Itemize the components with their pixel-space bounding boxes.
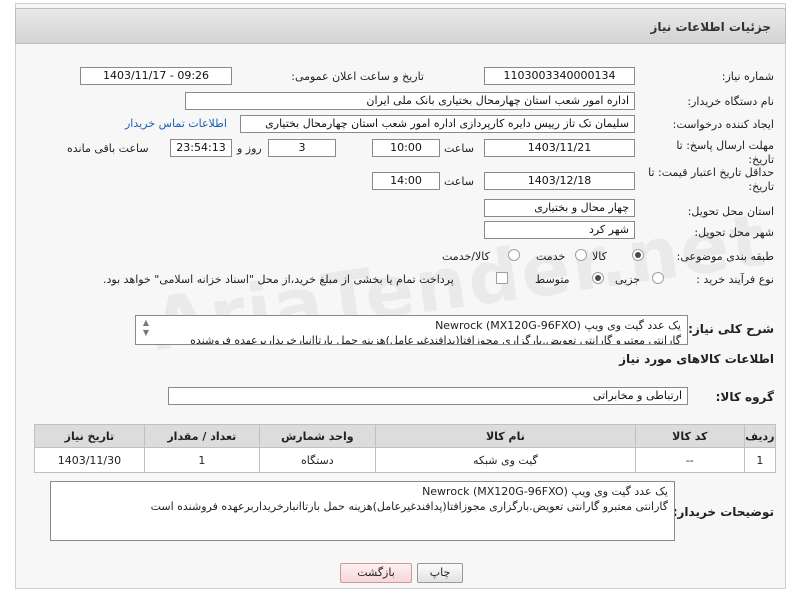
province-label: استان محل تحویل: [687,205,774,218]
province-field[interactable]: چهار محال و بختیاری [484,199,635,217]
summary-line-2: گارانتی معتبرو گارانتی تعویض.بارگزاری مج… [190,334,681,345]
city-label: شهر محل تحویل: [694,226,774,239]
deadline-label-date: تاریخ: [748,153,774,166]
contact-info-link[interactable]: اطلاعات تماس خریدار [125,117,227,130]
col-code: کد کالا [634,424,745,448]
page-header: جزئیات اطلاعات نیاز [15,8,786,44]
need-number-field[interactable]: 1103003340000134 [484,67,635,85]
deadline-date-field[interactable]: 1403/11/21 [484,139,635,157]
back-button[interactable]: بازگشت [340,563,412,583]
category-radio-service[interactable] [575,249,587,261]
creator-field[interactable]: سلیمان تک تاز رییس دایره کارپردازی اداره… [240,115,635,133]
col-row: ردیف [743,424,777,448]
col-qty: تعداد / مقدار [143,424,260,448]
summary-scrollbar[interactable]: ▲ ▼ [140,318,152,342]
buyer-org-field[interactable]: اداره امور شعب استان چهارمحال بختیاری با… [185,92,635,110]
table-row[interactable]: 1 -- گیت وی شبکه دستگاه 1 1403/11/30 [34,447,777,473]
print-button[interactable]: چاپ [417,563,463,583]
row-code: -- [634,447,745,473]
row-date: 1403/11/30 [34,447,145,473]
row-qty: 1 [143,447,260,473]
payment-note: پرداخت تمام یا بخشی از مبلغ خرید،از محل … [103,273,454,286]
buyer-org-label: نام دستگاه خریدار: [687,95,774,108]
goods-group-label: گروه کالا: [715,390,774,404]
scroll-up-icon[interactable]: ▲ [140,318,152,328]
process-option-medium: متوسط [535,273,570,286]
summary-label: شرح کلی نیاز: [688,322,774,336]
category-label: طبقه بندی موضوعی: [676,250,774,263]
creator-label: ایجاد کننده درخواست: [672,118,774,131]
deadline-time-field[interactable]: 10:00 [372,139,440,157]
deadline-label: مهلت ارسال پاسخ: تا [676,139,774,152]
table-header-row: ردیف کد کالا نام کالا واحد شمارش تعداد /… [34,424,777,448]
days-label: روز و [237,142,262,155]
row-unit: دستگاه [258,447,376,473]
buyer-notes-line-1: یک عدد گیت وی ویپ (MX120G-96FXO) Newrock [422,485,668,498]
buyer-notes-line-2: گارانتی معتبرو گارانتی تعویض.بارگزاری مج… [150,500,668,513]
buyer-notes-textarea[interactable]: یک عدد گیت وی ویپ (MX120G-96FXO) Newrock… [50,481,675,541]
remaining-time-field[interactable]: 23:54:13 [170,139,232,157]
process-radio-minor[interactable] [652,272,664,284]
remaining-time-label: ساعت باقی مانده [67,142,149,155]
col-name: نام کالا [374,424,636,448]
page-title: جزئیات اطلاعات نیاز [650,20,771,34]
validity-label-date: تاریخ: [748,180,774,193]
summary-textarea[interactable]: یک عدد گیت وی ویپ (MX120G-96FXO) Newrock… [135,315,688,345]
category-radio-both[interactable] [508,249,520,261]
payment-checkbox[interactable] [496,272,508,284]
announce-field[interactable]: 1403/11/17 - 09:26 [80,67,232,85]
scroll-down-icon[interactable]: ▼ [140,328,152,338]
row-name: گیت وی شبکه [374,447,636,473]
announce-label: تاریخ و ساعت اعلان عمومی: [291,70,424,83]
summary-line-1: یک عدد گیت وی ویپ (MX120G-96FXO) Newrock [435,319,681,332]
goods-group-field[interactable]: ارتباطی و مخابراتی [168,387,688,405]
col-date: تاریخ نیاز [34,424,145,448]
validity-time-field[interactable]: 14:00 [372,172,440,190]
deadline-time-label: ساعت [444,142,474,155]
need-number-label: شماره نیاز: [721,70,774,83]
category-radio-goods[interactable] [632,249,644,261]
process-label: نوع فرآیند خرید : [696,273,774,286]
category-option-service: خدمت [536,250,566,263]
city-field[interactable]: شهر کرد [484,221,635,239]
days-remaining-field[interactable]: 3 [268,139,336,157]
validity-time-label: ساعت [444,175,474,188]
category-option-both: کالا/خدمت [442,250,490,263]
col-unit: واحد شمارش [258,424,376,448]
goods-section-title: اطلاعات کالاهای مورد نیاز [619,352,774,366]
process-radio-medium[interactable] [592,272,604,284]
goods-table: ردیف کد کالا نام کالا واحد شمارش تعداد /… [34,424,777,473]
buyer-notes-label: توضیحات خریدار: [672,505,774,519]
validity-label: حداقل تاریخ اعتبار قیمت: تا [648,166,774,179]
process-option-minor: جزیی [615,273,641,286]
row-index: 1 [743,447,777,473]
validity-date-field[interactable]: 1403/12/18 [484,172,635,190]
category-option-goods: کالا [592,250,607,263]
